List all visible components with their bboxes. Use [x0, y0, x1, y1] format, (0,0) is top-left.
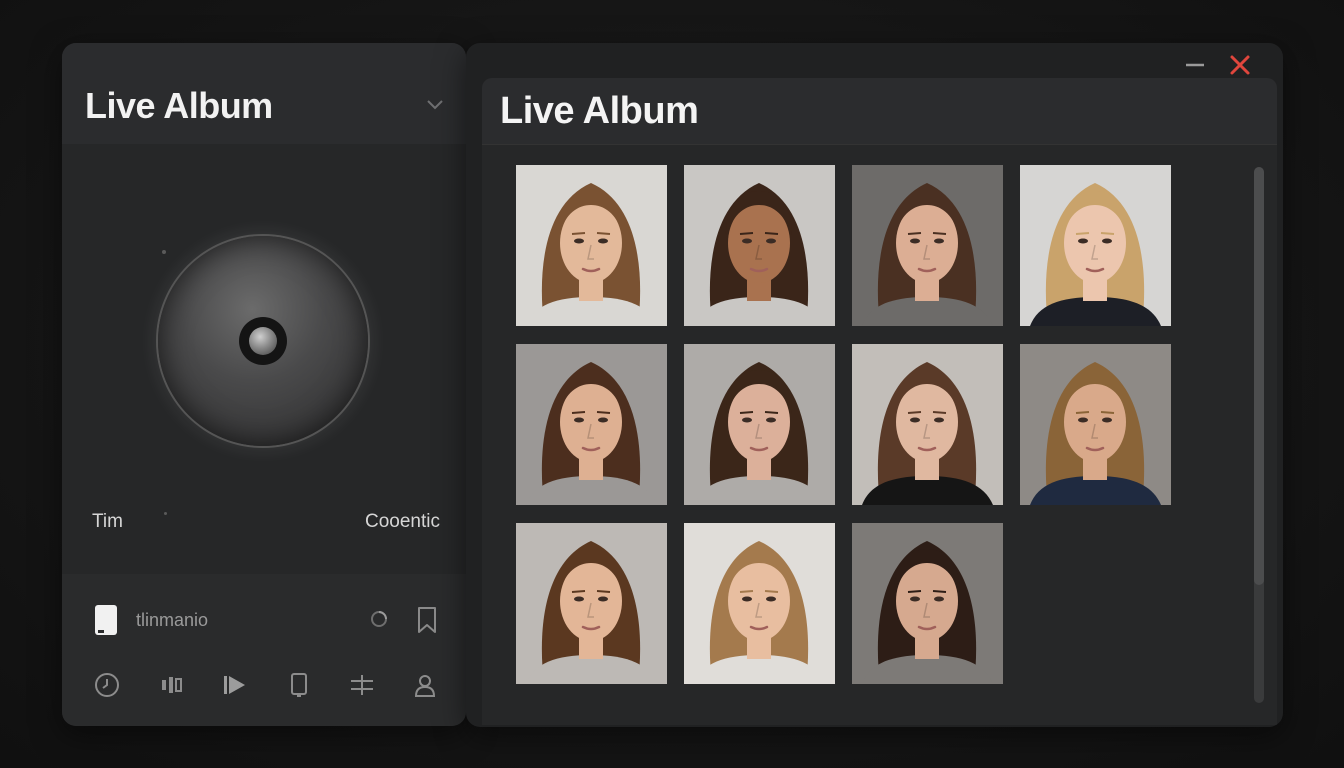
player-nav-bar: [62, 666, 466, 706]
portrait-image: [1020, 165, 1171, 326]
portrait-image: [684, 165, 835, 326]
photo-tile[interactable]: [684, 523, 835, 684]
photo-tile[interactable]: [852, 523, 1003, 684]
decor-dot: [162, 250, 166, 254]
adjust-icon[interactable]: [347, 670, 377, 700]
decor-dot: [164, 512, 167, 515]
album-title: Live Album: [500, 90, 699, 132]
portrait-image: [852, 344, 1003, 505]
album-window: Live Album: [466, 43, 1283, 727]
scrollbar-thumb[interactable]: [1254, 167, 1264, 585]
photo-tile[interactable]: [516, 344, 667, 505]
portrait-image: [516, 523, 667, 684]
vinyl-disc-icon[interactable]: [158, 236, 368, 446]
minimize-icon[interactable]: [1184, 61, 1206, 69]
photo-tile[interactable]: [1020, 165, 1171, 326]
photo-tile[interactable]: [516, 165, 667, 326]
disc-spindle: [249, 327, 277, 355]
portrait-image: [684, 523, 835, 684]
play-icon[interactable]: [220, 670, 250, 700]
player-title: Live Album: [85, 85, 273, 126]
photo-tile[interactable]: [684, 165, 835, 326]
profile-icon[interactable]: [410, 670, 440, 700]
equalizer-icon[interactable]: [157, 670, 187, 700]
portrait-image: [516, 344, 667, 505]
track-name: tlinmanio: [136, 610, 209, 630]
photo-tile[interactable]: [852, 344, 1003, 505]
track-thumbnail-icon: [95, 605, 117, 635]
chevron-down-icon[interactable]: [425, 98, 445, 112]
bookmark-icon[interactable]: [416, 606, 438, 634]
loading-spinner-icon: [371, 611, 387, 627]
disc-center: [239, 317, 287, 365]
player-header: Live Album: [62, 43, 466, 144]
player-footer: tlinmanio: [62, 574, 466, 726]
clock-icon[interactable]: [92, 670, 122, 700]
photo-tile[interactable]: [684, 344, 835, 505]
artist-label: Tim: [92, 511, 123, 532]
portrait-image: [852, 165, 1003, 326]
portrait-image: [852, 523, 1003, 684]
photo-tile[interactable]: [852, 165, 1003, 326]
device-icon[interactable]: [284, 670, 314, 700]
portrait-image: [516, 165, 667, 326]
player-panel: Live Album Tim Cooentic tlinmanio: [62, 43, 466, 726]
desktop-background: Live Album Tim Cooentic tlinmanio Live A…: [0, 0, 1344, 768]
close-icon[interactable]: [1228, 53, 1252, 77]
portrait-image: [1020, 344, 1171, 505]
player-artwork-area: [62, 144, 466, 574]
album-content: [482, 144, 1277, 725]
scrollbar-track[interactable]: [1254, 167, 1264, 703]
now-playing-row[interactable]: tlinmanio: [62, 602, 466, 642]
portrait-image: [684, 344, 835, 505]
photo-tile[interactable]: [516, 523, 667, 684]
genre-label: Cooentic: [365, 511, 440, 532]
photo-tile[interactable]: [1020, 344, 1171, 505]
photo-grid: [516, 165, 1176, 685]
